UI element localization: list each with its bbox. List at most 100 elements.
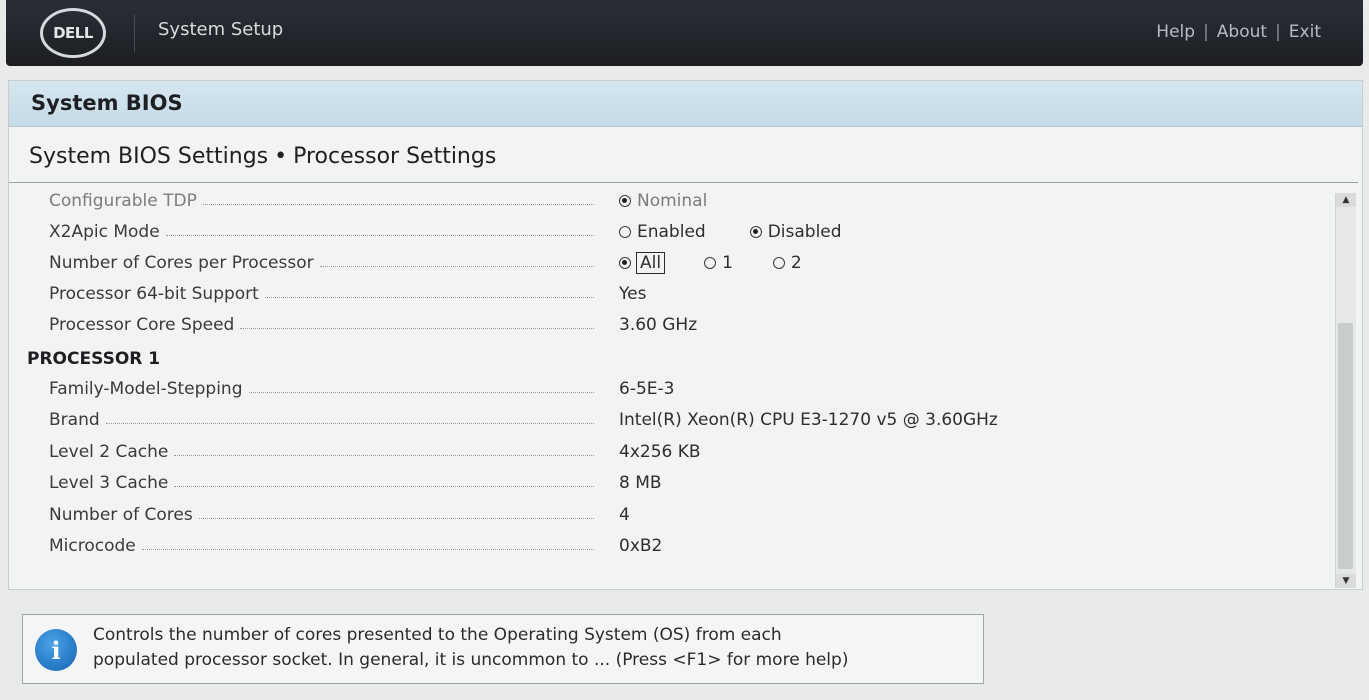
radio-option-2[interactable]: 2 <box>772 253 802 273</box>
setting-value: 8 MB <box>619 473 662 493</box>
setting-label-text: X2Apic Mode <box>49 222 160 242</box>
leader-dots <box>319 265 594 267</box>
section-heading: PROCESSOR 1 <box>27 349 161 369</box>
leader-dots <box>174 454 594 456</box>
setting-label: Number of Cores per Processor <box>49 251 594 275</box>
setting-cores-per-processor: Number of Cores per Processor All 1 2 <box>9 251 1339 277</box>
app-title: System Setup <box>158 19 284 40</box>
setting-label-text: Processor Core Speed <box>49 315 235 335</box>
setting-label: Configurable TDP <box>49 189 594 213</box>
setting-x2apic-mode: X2Apic Mode Enabled Disabled <box>9 220 1339 246</box>
setting-label-text: Level 2 Cache <box>49 442 169 462</box>
setting-label: Family-Model-Stepping <box>49 377 594 401</box>
setting-label-text: Configurable TDP <box>49 191 197 211</box>
setting-64bit-support: Processor 64-bit Support Yes <box>9 282 1339 308</box>
panel-title: System BIOS <box>31 91 183 115</box>
setting-label: X2Apic Mode <box>49 220 594 244</box>
logo-text: DELL <box>53 24 93 42</box>
radio-unselected-icon <box>772 257 785 269</box>
breadcrumb-item: Processor Settings <box>293 144 497 169</box>
setting-label-text: Number of Cores per Processor <box>49 253 314 273</box>
radio-option-all[interactable]: All <box>619 252 666 274</box>
scroll-down-arrow-icon[interactable]: ▼ <box>1336 574 1356 588</box>
setting-label-text: Microcode <box>49 536 136 556</box>
processor-item: Family-Model-Stepping 6-5E-3 <box>9 377 1339 403</box>
leader-dots <box>174 485 594 487</box>
leader-dots <box>264 296 594 298</box>
help-text-line: populated processor socket. In general, … <box>93 650 849 670</box>
radio-label: 2 <box>790 253 802 273</box>
header-links: Help | About | Exit <box>1156 22 1321 42</box>
leader-dots <box>141 548 594 550</box>
radio-label: Enabled <box>637 222 706 242</box>
help-box: i Controls the number of cores presented… <box>22 614 984 684</box>
settings-panel: System BIOS System BIOS Settings • Process… <box>8 80 1363 590</box>
info-icon: i <box>35 629 77 671</box>
setting-label-text: Processor 64-bit Support <box>49 284 259 304</box>
setting-label: Number of Cores <box>49 503 594 527</box>
help-link[interactable]: Help <box>1156 22 1195 42</box>
setting-label-text: Level 3 Cache <box>49 473 169 493</box>
about-link[interactable]: About <box>1217 22 1267 42</box>
leader-dots <box>248 391 594 393</box>
radio-option-disabled[interactable]: Disabled <box>749 222 842 242</box>
setting-value: 4x256 KB <box>619 442 701 462</box>
setting-label: Level 2 Cache <box>49 440 594 464</box>
setting-label: Microcode <box>49 534 594 558</box>
radio-unselected-icon <box>619 226 631 238</box>
setting-label: Level 3 Cache <box>49 471 594 495</box>
radio-label: Nominal <box>637 191 708 211</box>
radio-label: Disabled <box>767 222 842 242</box>
radio-unselected-icon <box>704 257 717 269</box>
setting-value: Intel(R) Xeon(R) CPU E3-1270 v5 @ 3.60GH… <box>619 410 998 430</box>
setting-value: 0xB2 <box>619 536 663 556</box>
exit-link[interactable]: Exit <box>1289 22 1321 42</box>
setting-core-speed: Processor Core Speed 3.60 GHz <box>9 313 1339 339</box>
radio-option-1[interactable]: 1 <box>704 253 733 273</box>
breadcrumb: System BIOS Settings • Processor Settings <box>29 144 496 169</box>
logo-divider <box>134 14 135 52</box>
header-rule <box>9 182 1358 183</box>
breadcrumb-separator: • <box>274 144 288 169</box>
scroll-up-arrow-icon[interactable]: ▲ <box>1336 193 1356 207</box>
setting-label-text: Number of Cores <box>49 505 193 525</box>
leader-dots <box>198 517 594 519</box>
leader-dots <box>240 327 594 329</box>
leader-dots <box>105 422 594 424</box>
setting-label: Processor 64-bit Support <box>49 282 594 306</box>
processor-item: Number of Cores 4 <box>9 503 1339 529</box>
setting-label-text: Family-Model-Stepping <box>49 379 243 399</box>
radio-selected-icon <box>749 226 762 238</box>
setting-value: All 1 2 <box>619 251 802 275</box>
setting-value: Yes <box>619 284 647 304</box>
setting-label: Brand <box>49 408 594 432</box>
leader-dots <box>165 234 594 236</box>
processor-item: Level 3 Cache 8 MB <box>9 471 1339 497</box>
link-separator: | <box>1275 22 1281 42</box>
radio-label: 1 <box>722 253 733 273</box>
processor-item: Microcode 0xB2 <box>9 534 1339 560</box>
help-text-line: Controls the number of cores presented t… <box>93 625 782 645</box>
top-bar: DELL System Setup Help | About | Exit <box>6 0 1363 66</box>
radio-option-nominal: Nominal <box>619 191 707 211</box>
radio-selected-icon <box>619 257 631 269</box>
dell-logo: DELL <box>40 8 106 58</box>
help-text: Controls the number of cores presented t… <box>93 623 973 673</box>
processor-item: Brand Intel(R) Xeon(R) CPU E3-1270 v5 @ … <box>9 408 1339 434</box>
settings-list: Configurable TDP Nominal X2Apic Mode Ena… <box>9 187 1339 582</box>
setting-value: Nominal <box>619 189 707 213</box>
link-separator: | <box>1203 22 1209 42</box>
panel-header: System BIOS <box>9 81 1362 127</box>
setting-configurable-tdp: Configurable TDP Nominal <box>9 189 1339 215</box>
setting-label-text: Brand <box>49 410 100 430</box>
setting-value: 4 <box>619 505 630 525</box>
processor-item: Level 2 Cache 4x256 KB <box>9 440 1339 466</box>
radio-label-focused: All <box>635 252 666 274</box>
vertical-scrollbar[interactable]: ▲ ▼ <box>1335 193 1356 588</box>
setting-value: 6-5E-3 <box>619 379 675 399</box>
scroll-thumb[interactable] <box>1338 323 1353 569</box>
radio-selected-icon <box>619 195 631 207</box>
setting-value: 3.60 GHz <box>619 315 698 335</box>
radio-option-enabled[interactable]: Enabled <box>619 222 706 242</box>
breadcrumb-item: System BIOS Settings <box>29 144 269 169</box>
